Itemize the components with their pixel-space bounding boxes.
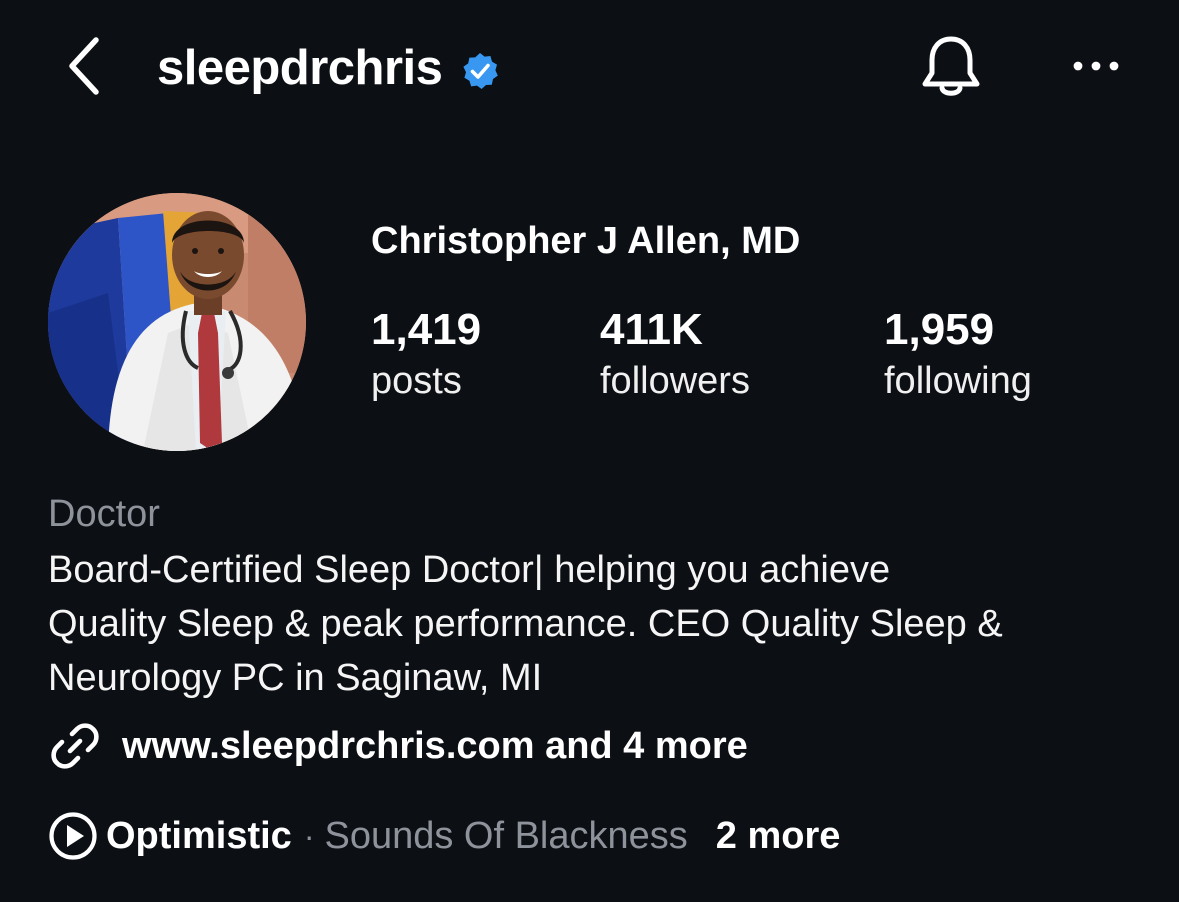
song-artist: Sounds Of Blackness: [324, 814, 688, 857]
separator-dot: ·: [303, 817, 315, 854]
following-stat[interactable]: 1,959 following: [884, 304, 1032, 406]
profile-header: sleepdrchris: [0, 0, 1179, 134]
website-link-text: www.sleepdrchris.com and 4 more: [122, 724, 748, 767]
more-horizontal-icon: [1073, 61, 1119, 71]
username-title: sleepdrchris: [157, 38, 500, 98]
followers-label: followers: [600, 360, 750, 402]
profile-category: Doctor: [48, 493, 160, 535]
bio-line: Quality Sleep & peak performance. CEO Qu…: [48, 603, 1003, 645]
bio-text: Board-Certified Sleep Doctor| helping yo…: [48, 543, 1148, 705]
username: sleepdrchris: [157, 41, 443, 95]
song-title: Optimistic: [106, 814, 292, 857]
more-music-button[interactable]: 2 more: [716, 815, 841, 858]
verified-badge-icon: [460, 51, 500, 91]
bio-line: Neurology PC in Saginaw, MI: [48, 657, 543, 699]
posts-stat[interactable]: 1,419 posts: [371, 304, 481, 406]
following-label: following: [884, 360, 1032, 402]
followers-count: 411K: [600, 305, 703, 354]
link-icon: [48, 719, 102, 773]
notifications-button[interactable]: [916, 32, 986, 102]
profile-music[interactable]: Optimistic · Sounds Of Blackness 2 more: [48, 808, 840, 864]
display-name: Christopher J Allen, MD: [371, 220, 801, 262]
bio-line: Board-Certified Sleep Doctor| helping yo…: [48, 549, 891, 591]
bell-icon: [922, 36, 980, 96]
profile-avatar[interactable]: [48, 193, 306, 451]
profile-page: sleepdrchris Christopher J Allen, MD 1,4…: [0, 0, 1179, 902]
posts-label: posts: [371, 360, 462, 402]
followers-stat[interactable]: 411K followers: [600, 304, 750, 406]
back-button[interactable]: [60, 34, 108, 98]
posts-count: 1,419: [371, 305, 482, 354]
following-count: 1,959: [884, 305, 995, 354]
chevron-left-icon: [69, 37, 99, 95]
more-options-button[interactable]: [1066, 44, 1126, 88]
website-link[interactable]: www.sleepdrchris.com and 4 more: [48, 718, 748, 774]
play-circle-icon[interactable]: [48, 811, 98, 861]
